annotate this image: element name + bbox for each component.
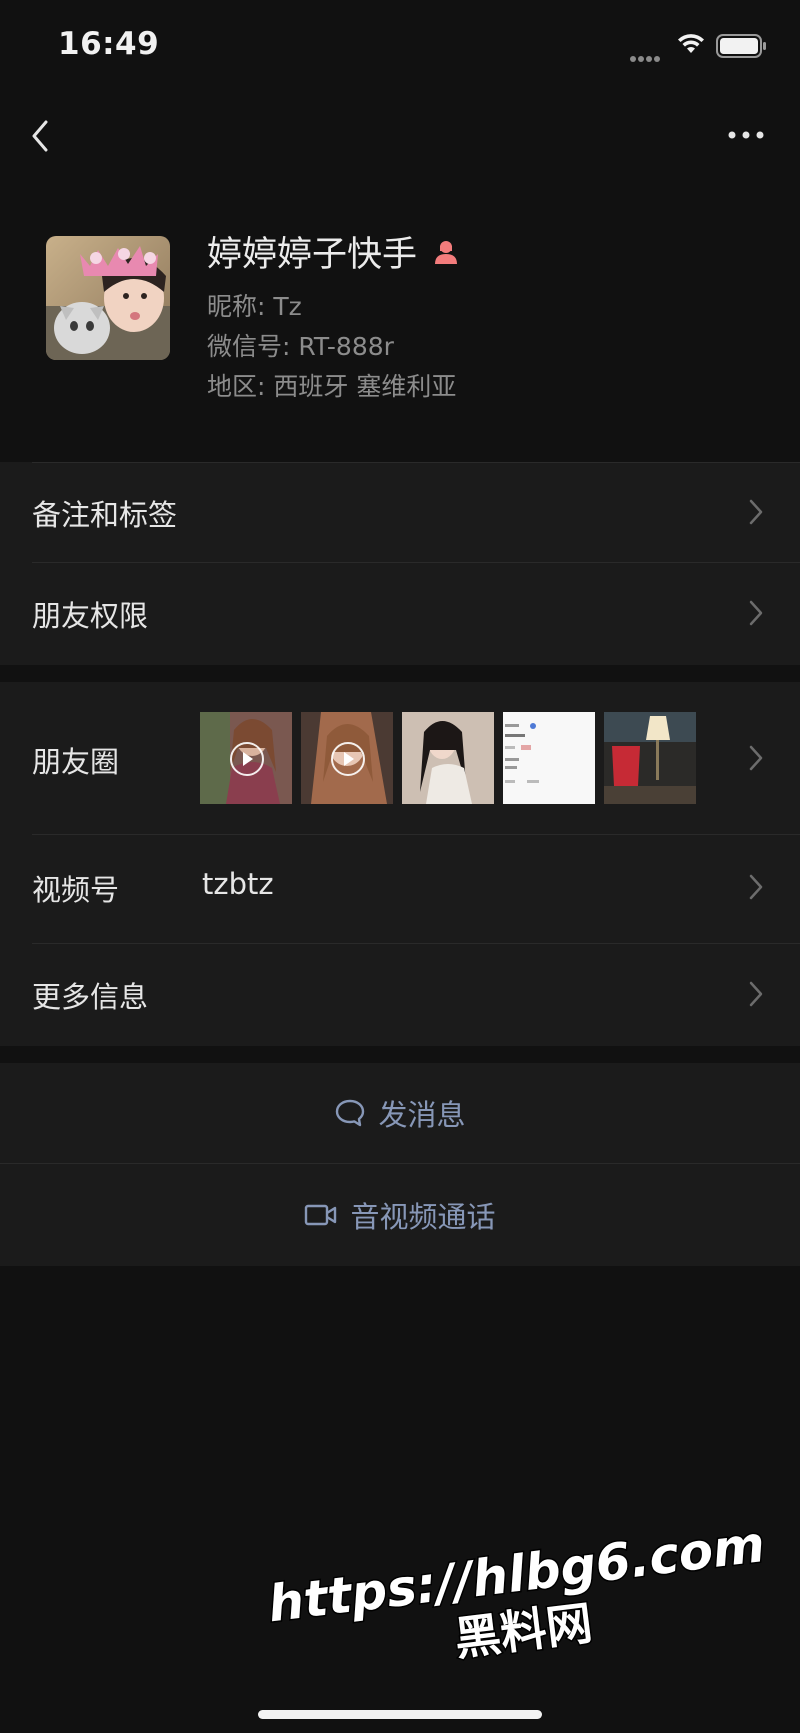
play-icon xyxy=(230,742,264,776)
settings-group: 备注和标签 朋友权限 xyxy=(0,462,800,665)
remark-and-tags-label: 备注和标签 xyxy=(32,498,178,532)
battery-icon xyxy=(716,34,768,62)
send-message-button[interactable]: 发消息 xyxy=(0,1063,800,1163)
wifi-icon xyxy=(676,32,706,58)
chevron-right-icon xyxy=(748,980,764,1012)
details-group: 朋友圈 视频号 tzbtz 更多信息 xyxy=(0,682,800,1046)
status-bar: 16:49 xyxy=(0,0,800,90)
navigation-bar xyxy=(0,100,800,170)
friend-permissions-row[interactable]: 朋友权限 xyxy=(0,563,800,665)
chevron-right-icon xyxy=(748,873,764,905)
moments-row[interactable]: 朋友圈 xyxy=(0,682,800,834)
chat-bubble-icon xyxy=(334,1098,366,1128)
more-dots-icon xyxy=(728,131,764,139)
female-icon xyxy=(431,237,461,267)
back-button[interactable] xyxy=(26,116,56,160)
profile-name-line: 婷婷婷子快手 xyxy=(207,226,461,277)
actions-group: 发消息 音视频通话 xyxy=(0,1063,800,1266)
watermark: https://hlbg6.com 黑料网 xyxy=(255,1513,785,1693)
moments-thumbnail xyxy=(200,712,292,804)
more-options-button[interactable] xyxy=(726,126,766,145)
channels-value: tzbtz xyxy=(202,867,274,901)
profile-name: 婷婷婷子快手 xyxy=(207,235,418,275)
moments-thumbnail xyxy=(503,712,595,804)
nickname-text: 昵称: Tz xyxy=(207,292,302,321)
cellular-signal-icon xyxy=(630,47,662,66)
friend-permissions-label: 朋友权限 xyxy=(32,599,149,633)
channels-row[interactable]: 视频号 tzbtz xyxy=(0,835,800,943)
more-info-label: 更多信息 xyxy=(32,980,149,1014)
more-info-row[interactable]: 更多信息 xyxy=(0,944,800,1046)
video-call-label: 音视频通话 xyxy=(350,1200,496,1234)
channels-label: 视频号 xyxy=(32,873,120,907)
home-indicator[interactable] xyxy=(258,1710,542,1719)
moments-thumbnail xyxy=(301,712,393,804)
chevron-right-icon xyxy=(748,744,764,776)
chevron-right-icon xyxy=(748,599,764,631)
region-text: 地区: 西班牙 塞维利亚 xyxy=(207,372,457,401)
moments-label: 朋友圈 xyxy=(32,745,120,779)
wechat-id-text: 微信号: RT-888r xyxy=(207,332,394,361)
send-message-label: 发消息 xyxy=(378,1098,466,1132)
play-icon xyxy=(331,742,365,776)
chevron-right-icon xyxy=(748,498,764,530)
status-time: 16:49 xyxy=(58,26,160,62)
moments-thumbnail xyxy=(604,712,696,804)
video-camera-icon xyxy=(304,1203,338,1227)
avatar[interactable] xyxy=(46,236,170,360)
remark-and-tags-row[interactable]: 备注和标签 xyxy=(0,462,800,562)
moments-thumbnail xyxy=(402,712,494,804)
video-call-button[interactable]: 音视频通话 xyxy=(0,1164,800,1266)
profile-header: 婷婷婷子快手 昵称: Tz 微信号: RT-888r 地区: 西班牙 塞维利亚 xyxy=(0,200,800,462)
chevron-left-icon xyxy=(32,120,48,152)
